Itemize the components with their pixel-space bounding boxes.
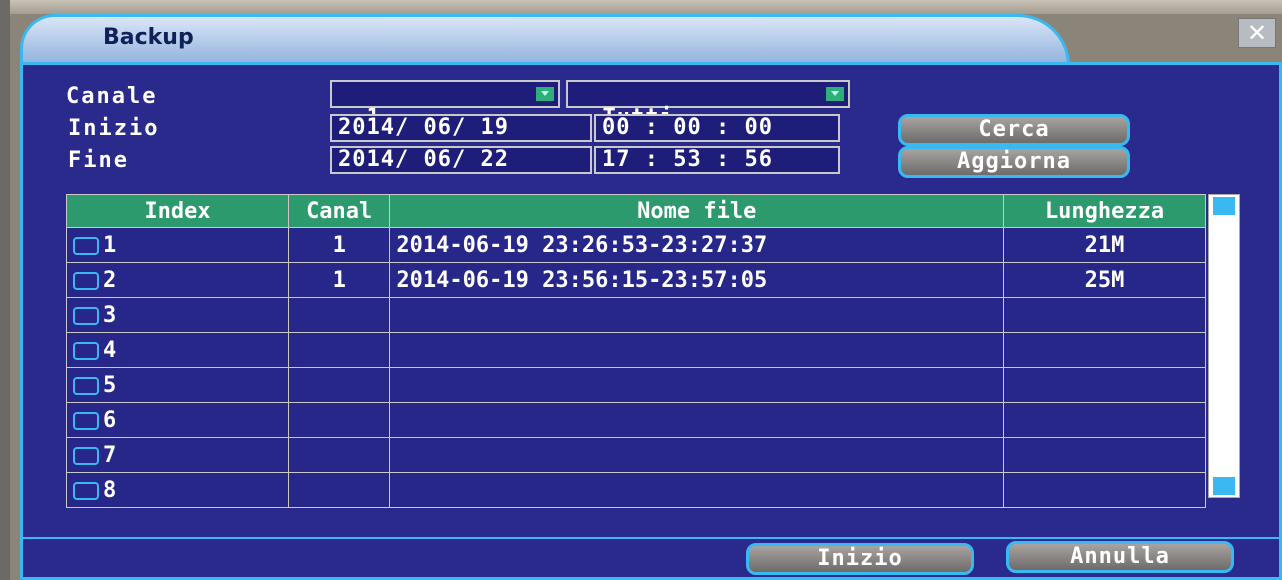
table-row[interactable]: 8 — [66, 472, 1206, 508]
row-filename — [389, 402, 1005, 438]
row-channel — [287, 332, 391, 368]
row-channel: 1 — [287, 262, 391, 298]
row-filename — [389, 367, 1005, 403]
row-length — [1003, 297, 1206, 333]
row-length — [1003, 437, 1206, 473]
row-index-cell: 8 — [66, 472, 289, 508]
chevron-down-icon — [826, 87, 844, 101]
row-channel — [287, 297, 391, 333]
title-tab: Backup — [20, 14, 1070, 66]
table-row[interactable]: 5 — [66, 367, 1206, 403]
row-index: 8 — [103, 477, 117, 503]
table-row[interactable]: 6 — [66, 402, 1206, 438]
search-button[interactable]: Cerca — [898, 114, 1130, 146]
row-index-cell: 7 — [66, 437, 289, 473]
footer-divider — [20, 537, 1282, 539]
row-index: 7 — [103, 442, 117, 468]
row-filename: 2014-06-19 23:56:15-23:57:05 — [389, 262, 1005, 298]
row-index-cell: 2 — [66, 262, 289, 298]
row-filename — [389, 332, 1005, 368]
row-index: 1 — [103, 232, 117, 258]
row-filename — [389, 472, 1005, 508]
row-checkbox[interactable] — [73, 446, 99, 465]
row-index-cell: 3 — [66, 297, 289, 333]
refresh-button[interactable]: Aggiorna — [898, 146, 1130, 178]
column-header-index[interactable]: Index — [66, 194, 289, 228]
row-checkbox[interactable] — [73, 271, 99, 290]
start-date-field[interactable]: 2014/ 06/ 19 — [330, 114, 592, 142]
end-time-field[interactable]: 17 : 53 : 56 — [594, 146, 840, 174]
table-row[interactable]: 3 — [66, 297, 1206, 333]
table-header-row: Index Canal Nome file Lunghezza — [66, 194, 1206, 228]
row-checkbox[interactable] — [73, 341, 99, 360]
table-row[interactable]: 4 — [66, 332, 1206, 368]
type-select[interactable]: Tutti — [566, 80, 850, 130]
row-index: 5 — [103, 372, 117, 398]
row-length — [1003, 332, 1206, 368]
row-length — [1003, 402, 1206, 438]
row-index: 2 — [103, 267, 117, 293]
row-index-cell: 4 — [66, 332, 289, 368]
table-row[interactable]: 1 1 2014-06-19 23:26:53-23:27:37 21M — [66, 227, 1206, 263]
row-channel: 1 — [287, 227, 391, 263]
row-index-cell: 1 — [66, 227, 289, 263]
file-table: Index Canal Nome file Lunghezza 1 1 2014… — [66, 194, 1206, 508]
inizio-label: Inizio — [68, 116, 160, 141]
fine-label: Fine — [68, 148, 129, 173]
start-backup-button[interactable]: Inizio — [746, 543, 974, 575]
row-index: 3 — [103, 302, 117, 328]
table-row[interactable]: 2 1 2014-06-19 23:56:15-23:57:05 25M — [66, 262, 1206, 298]
row-length — [1003, 367, 1206, 403]
row-channel — [287, 437, 391, 473]
row-checkbox[interactable] — [73, 236, 99, 255]
end-date-field[interactable]: 2014/ 06/ 22 — [330, 146, 592, 174]
column-header-length[interactable]: Lunghezza — [1003, 194, 1206, 228]
monitor-frame-top — [0, 0, 1282, 14]
row-filename: 2014-06-19 23:26:53-23:27:37 — [389, 227, 1005, 263]
row-filename — [389, 297, 1005, 333]
column-header-canale[interactable]: Canal — [287, 194, 391, 228]
close-icon[interactable]: ✕ — [1238, 18, 1276, 48]
row-channel — [287, 367, 391, 403]
column-header-file[interactable]: Nome file — [389, 194, 1005, 228]
row-checkbox[interactable] — [73, 306, 99, 325]
monitor-frame-left — [0, 0, 10, 580]
window-title: Backup — [103, 25, 194, 50]
row-checkbox[interactable] — [73, 376, 99, 395]
row-checkbox[interactable] — [73, 481, 99, 500]
row-checkbox[interactable] — [73, 411, 99, 430]
canale-label: Canale — [66, 84, 158, 109]
row-length: 25M — [1003, 262, 1206, 298]
row-filename — [389, 437, 1005, 473]
row-length: 21M — [1003, 227, 1206, 263]
scroll-up-icon[interactable] — [1213, 197, 1235, 215]
row-length — [1003, 472, 1206, 508]
row-channel — [287, 472, 391, 508]
start-time-field[interactable]: 00 : 00 : 00 — [594, 114, 840, 142]
table-scrollbar[interactable] — [1208, 194, 1240, 498]
channel-select[interactable]: 1 — [330, 80, 560, 130]
row-channel — [287, 402, 391, 438]
chevron-down-icon — [536, 87, 554, 101]
cancel-button[interactable]: Annulla — [1006, 541, 1234, 573]
table-row[interactable]: 7 — [66, 437, 1206, 473]
row-index: 6 — [103, 407, 117, 433]
row-index-cell: 5 — [66, 367, 289, 403]
scroll-down-icon[interactable] — [1213, 477, 1235, 495]
row-index: 4 — [103, 337, 117, 363]
row-index-cell: 6 — [66, 402, 289, 438]
